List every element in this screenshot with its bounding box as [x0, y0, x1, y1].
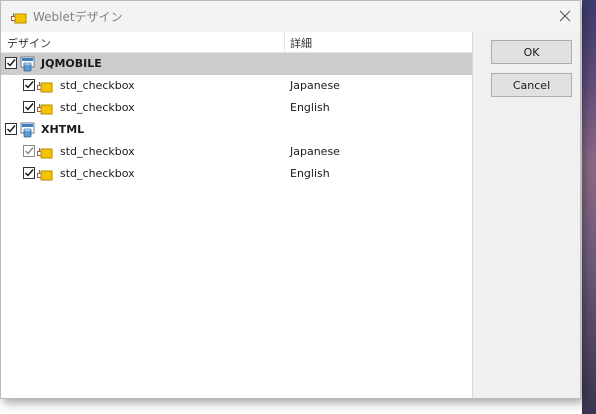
weblet-icon [37, 144, 53, 160]
item-detail: English [290, 101, 330, 114]
ok-button[interactable]: OK [491, 40, 572, 64]
item-detail: Japanese [290, 145, 340, 158]
database-icon [20, 56, 36, 72]
checkbox[interactable] [5, 57, 17, 69]
weblet-icon [37, 78, 53, 94]
tree-item-row[interactable]: std_checkbox English [1, 97, 472, 119]
tree-group-row-jqmobile[interactable]: JQMOBILE [1, 53, 472, 75]
desktop-edge [582, 0, 596, 414]
column-header-detail[interactable]: 詳細 [290, 35, 312, 51]
item-label: std_checkbox [60, 167, 135, 180]
checkbox[interactable] [5, 123, 17, 135]
item-detail: Japanese [290, 79, 340, 92]
item-label: std_checkbox [60, 101, 135, 114]
checkbox[interactable] [23, 101, 35, 113]
checkbox[interactable] [23, 167, 35, 179]
close-button[interactable] [553, 5, 577, 27]
close-icon [559, 10, 571, 22]
group-label: JQMOBILE [41, 57, 102, 70]
tree-item-row[interactable]: std_checkbox English [1, 163, 472, 185]
checkbox[interactable] [23, 145, 35, 157]
checkbox[interactable] [23, 79, 35, 91]
item-label: std_checkbox [60, 79, 135, 92]
list-header: デザイン 詳細 [1, 32, 472, 53]
weblet-icon [11, 10, 27, 24]
cancel-button[interactable]: Cancel [491, 73, 572, 97]
window-title: Webletデザイン [33, 10, 123, 24]
item-label: std_checkbox [60, 145, 135, 158]
tree-item-row[interactable]: std_checkbox Japanese [1, 75, 472, 97]
weblet-icon [37, 166, 53, 182]
tree-item-row[interactable]: std_checkbox Japanese [1, 141, 472, 163]
database-icon [20, 122, 36, 138]
group-label: XHTML [41, 123, 85, 136]
column-separator[interactable] [284, 32, 285, 52]
weblet-design-dialog: Webletデザイン デザイン 詳細 JQMOBILE std_checkbox… [0, 0, 581, 399]
item-detail: English [290, 167, 330, 180]
design-tree-list[interactable]: デザイン 詳細 JQMOBILE std_checkbox Japanese s… [1, 32, 473, 398]
weblet-icon [37, 100, 53, 116]
column-header-design[interactable]: デザイン [7, 35, 51, 51]
title-bar: Webletデザイン [1, 1, 580, 32]
tree-group-row-xhtml[interactable]: XHTML [1, 119, 472, 141]
